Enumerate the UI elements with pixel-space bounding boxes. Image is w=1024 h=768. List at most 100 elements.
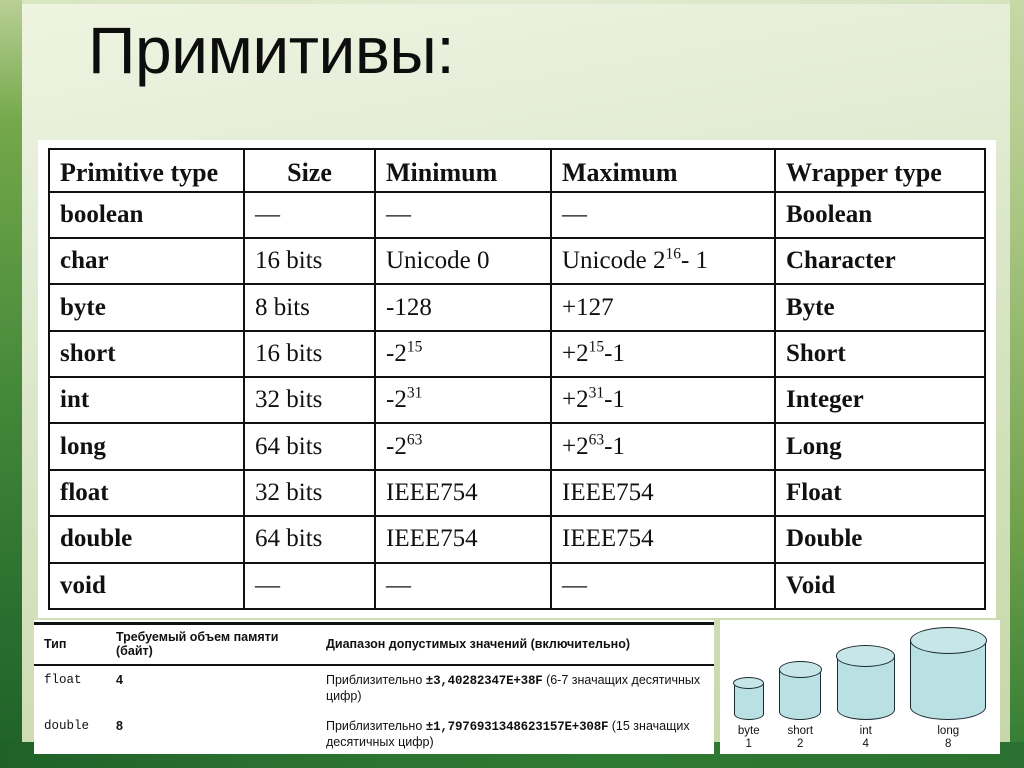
column-header-maximum: Maximum <box>550 148 776 193</box>
cell-wrapper: Character <box>774 237 986 286</box>
cell-size: 64 bits <box>243 422 376 471</box>
cell-max: +215-1 <box>550 329 776 379</box>
memory-table: Тип Требуемый объем памяти (байт) Диапаз… <box>34 622 714 754</box>
size-diagram: byte 1 short 2 int 4 long 8 <box>720 620 1000 754</box>
cell-memory-bytes: 8 <box>106 711 316 754</box>
cell-max-base: +2 <box>562 386 589 414</box>
cell-size: — <box>243 561 376 611</box>
cell-wrapper: Boolean <box>774 190 986 240</box>
cell-memory-type: float <box>44 672 82 687</box>
cell-min-exponent: 63 <box>406 431 423 449</box>
table-row: void — — — Void <box>48 561 986 611</box>
cell-size: 16 bits <box>243 329 376 379</box>
cell-size: 64 bits <box>243 515 376 564</box>
cell-size: 32 bits <box>243 468 376 518</box>
cell-min-exponent: 31 <box>406 384 423 402</box>
cell-max-tail: -1 <box>604 386 625 414</box>
cell-max: +231-1 <box>550 376 776 425</box>
cell-max: Unicode 216- 1 <box>550 237 776 286</box>
cell-min-base: -2 <box>386 432 407 460</box>
cell-min: -215 <box>374 329 552 379</box>
table-row: short 16 bits -215 +215-1 Short <box>48 329 986 379</box>
cell-min: -231 <box>374 376 552 425</box>
size-diagram-card: byte 1 short 2 int 4 long 8 <box>720 620 1000 754</box>
cell-min: — <box>374 190 552 240</box>
table-row: boolean — — — Boolean <box>48 190 986 240</box>
column-header-primitive-type: Primitive type <box>48 148 245 193</box>
cell-min-base: -2 <box>386 386 407 414</box>
cell-min: IEEE754 <box>374 468 552 518</box>
cell-type: short <box>48 329 245 379</box>
primitives-table-card: Primitive type Size Minimum Maximum Wrap… <box>38 140 996 618</box>
range-prefix: Приблизительно <box>326 718 426 733</box>
cell-type: float <box>48 468 245 518</box>
cell-type: long <box>48 422 245 471</box>
cell-max-exponent: 16 <box>665 245 681 263</box>
cell-max-exponent: 31 <box>588 384 605 402</box>
range-prefix: Приблизительно <box>326 672 426 687</box>
cell-min: IEEE754 <box>374 515 552 564</box>
size-diagram-label: long <box>937 724 960 737</box>
cell-wrapper: Byte <box>774 283 986 332</box>
size-diagram-item-byte: byte 1 <box>733 677 765 752</box>
memory-table-row: double 8 Приблизительно ±1,7976931348623… <box>34 711 714 754</box>
table-row: long 64 bits -263 +263-1 Long <box>48 422 986 471</box>
cylinder-icon <box>778 661 822 720</box>
cell-memory-range: Приблизительно ±1,7976931348623157E+308F… <box>316 711 714 754</box>
size-diagram-label: int <box>859 724 872 737</box>
cylinder-icon <box>909 627 987 720</box>
slide-left-green-border <box>0 0 22 768</box>
cell-max-base: +2 <box>562 432 589 460</box>
memory-table-header-row: Тип Требуемый объем памяти (байт) Диапаз… <box>34 622 714 666</box>
table-row: int 32 bits -231 +231-1 Integer <box>48 376 986 425</box>
column-header-minimum: Minimum <box>374 148 552 193</box>
cell-memory-range: Приблизительно ±3,40282347E+38F (6-7 зна… <box>316 665 714 712</box>
cylinder-icon <box>836 645 896 720</box>
slide: Примитивы: Primitive type Size Minimum M… <box>0 0 1024 768</box>
primitives-table-body: boolean — — — Boolean char 16 bits Unico… <box>48 190 986 611</box>
cell-max-tail: - 1 <box>680 247 709 275</box>
size-diagram-value: 8 <box>945 738 952 751</box>
cell-type: void <box>48 561 245 611</box>
cell-type: double <box>48 515 245 564</box>
slide-right-green-border <box>1010 0 1024 768</box>
size-diagram-label: byte <box>737 724 760 737</box>
cell-max-tail: -1 <box>604 432 625 460</box>
primitives-table: Primitive type Size Minimum Maximum Wrap… <box>48 148 986 611</box>
memory-table-card: Тип Требуемый объем памяти (байт) Диапаз… <box>34 620 714 754</box>
cell-min: -263 <box>374 422 552 471</box>
size-diagram-item-long: long 8 <box>909 627 987 752</box>
range-value: ±3,40282347E+38F <box>425 673 543 688</box>
cell-memory-bytes: 4 <box>116 672 123 687</box>
cell-min-exponent: 15 <box>406 338 423 356</box>
cell-size: 8 bits <box>243 283 376 332</box>
memory-table-row: float 4 Приблизительно ±3,40282347E+38F … <box>34 665 714 712</box>
column-header-memory-size: Требуемый объем памяти (байт) <box>106 622 316 666</box>
cell-max: +127 <box>550 283 776 332</box>
cell-size: 32 bits <box>243 376 376 425</box>
size-diagram-label: short <box>787 724 814 737</box>
cell-type: byte <box>48 283 245 332</box>
column-header-size: Size <box>243 148 376 193</box>
cell-max: IEEE754 <box>550 515 776 564</box>
size-diagram-value: 4 <box>862 738 869 751</box>
cell-min: Unicode 0 <box>374 237 552 286</box>
table-row: byte 8 bits -128 +127 Byte <box>48 283 986 332</box>
cell-wrapper: Long <box>774 422 986 471</box>
size-diagram-item-short: short 2 <box>778 661 822 752</box>
cell-max: — <box>550 190 776 240</box>
cell-size: — <box>243 190 376 240</box>
table-header-row: Primitive type Size Minimum Maximum Wrap… <box>48 148 986 193</box>
cell-max-exponent: 63 <box>588 431 605 449</box>
cell-max: IEEE754 <box>550 468 776 518</box>
column-header-tip: Тип <box>34 622 106 666</box>
size-diagram-value: 1 <box>745 738 752 751</box>
cell-min-text: Unicode 0 <box>386 247 490 275</box>
size-diagram-value: 2 <box>797 738 804 751</box>
cell-max-tail: -1 <box>604 339 625 367</box>
column-header-wrapper-type: Wrapper type <box>774 148 986 193</box>
cell-wrapper: Short <box>774 329 986 379</box>
cell-wrapper: Float <box>774 468 986 518</box>
cell-max-base: +2 <box>562 339 589 367</box>
size-diagram-item-int: int 4 <box>836 645 896 752</box>
